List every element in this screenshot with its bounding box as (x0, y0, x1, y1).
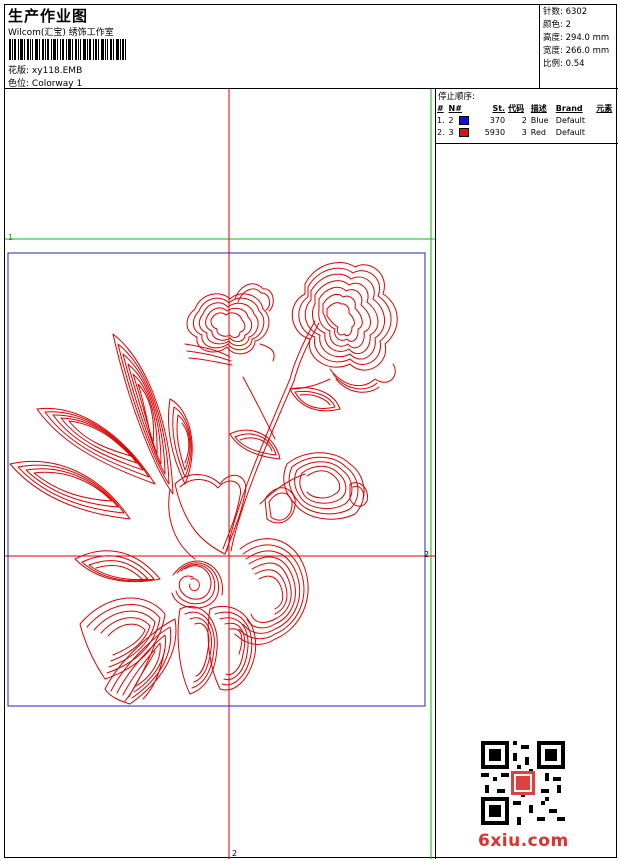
stat-colors: 颜色: 2 (543, 20, 571, 30)
row-brand: Default (555, 127, 586, 137)
row-description: Red (530, 127, 546, 137)
colorway: 色位: Colorway 1 (8, 76, 82, 89)
row-code: 2 (521, 115, 527, 125)
row-element (595, 126, 618, 138)
stat-scale: 比例: 0.54 (543, 59, 585, 69)
design-label: 花版: (8, 66, 30, 76)
stat-height: 高度: 294.0 mm (543, 33, 610, 43)
col-header-element: 元素 (596, 103, 613, 113)
col-header-description: 描述 (530, 103, 547, 113)
col-header-needle: N# (448, 103, 462, 113)
company-name: Wilcom(汇宝) 绣饰工作室 (8, 28, 114, 38)
table-row: 2. 3 5930 3 Red Default (436, 126, 618, 138)
embroidery-preview (5, 89, 435, 859)
row-needle: 2 (448, 114, 476, 126)
col-header-brand: Brand (555, 103, 583, 113)
table-row: 1. 2 370 2 Blue Default (436, 114, 618, 126)
header: 生产作业图 Wilcom(汇宝) 绣饰工作室 花版: xy118.EMB 色位:… (5, 5, 618, 89)
table-header-row: # N# St. 代码 描述 Brand 元素 (436, 102, 618, 114)
row-element (595, 114, 618, 126)
page-title: 生产作业图 (8, 7, 89, 25)
col-header-stitches: St. (492, 103, 506, 113)
qr-code (481, 741, 565, 825)
design-file: 花版: xy118.EMB (8, 63, 82, 76)
divider (436, 143, 618, 144)
watermark-logo: 6xiu.com (478, 831, 569, 851)
row-needle: 3 (448, 126, 476, 138)
stat-width: 宽度: 266.0 mm (543, 46, 610, 56)
guide-label-right: 2 (424, 550, 430, 559)
color-swatch (458, 115, 469, 125)
colorway-label: 色位: (8, 79, 30, 89)
stop-sequence-table: # N# St. 代码 描述 Brand 元素 1. 2 370 2 Blue … (436, 102, 618, 138)
design-value: xy118.EMB (31, 66, 83, 76)
production-sheet: 生产作业图 Wilcom(汇宝) 绣饰工作室 花版: xy118.EMB 色位:… (4, 4, 618, 859)
col-header-index: # (437, 103, 444, 113)
stop-sequence-panel: 停止顺序: # N# St. 代码 描述 Brand 元素 1. 2 370 2… (436, 89, 618, 859)
barcode (9, 39, 126, 60)
colorway-value: Colorway 1 (31, 79, 83, 89)
row-index: 1. (437, 115, 445, 125)
design-canvas: 1 2 2 (5, 89, 436, 859)
embroidery-flower (9, 262, 398, 705)
stat-stitches: 针数: 6302 (543, 7, 588, 17)
col-header-code: 代码 (508, 103, 525, 113)
row-stitches: 370 (489, 115, 506, 125)
row-code: 3 (521, 127, 527, 137)
guide-label-bottom: 2 (232, 849, 238, 858)
row-index: 2. (437, 127, 445, 137)
row-description: Blue (530, 115, 549, 125)
color-swatch (458, 127, 469, 137)
stop-sequence-title: 停止顺序: (438, 92, 475, 102)
row-stitches: 5930 (484, 127, 506, 137)
stats-panel: 针数: 6302 颜色: 2 高度: 294.0 mm 宽度: 266.0 mm… (539, 5, 618, 89)
row-brand: Default (555, 115, 586, 125)
guide-label-top: 1 (8, 233, 14, 242)
